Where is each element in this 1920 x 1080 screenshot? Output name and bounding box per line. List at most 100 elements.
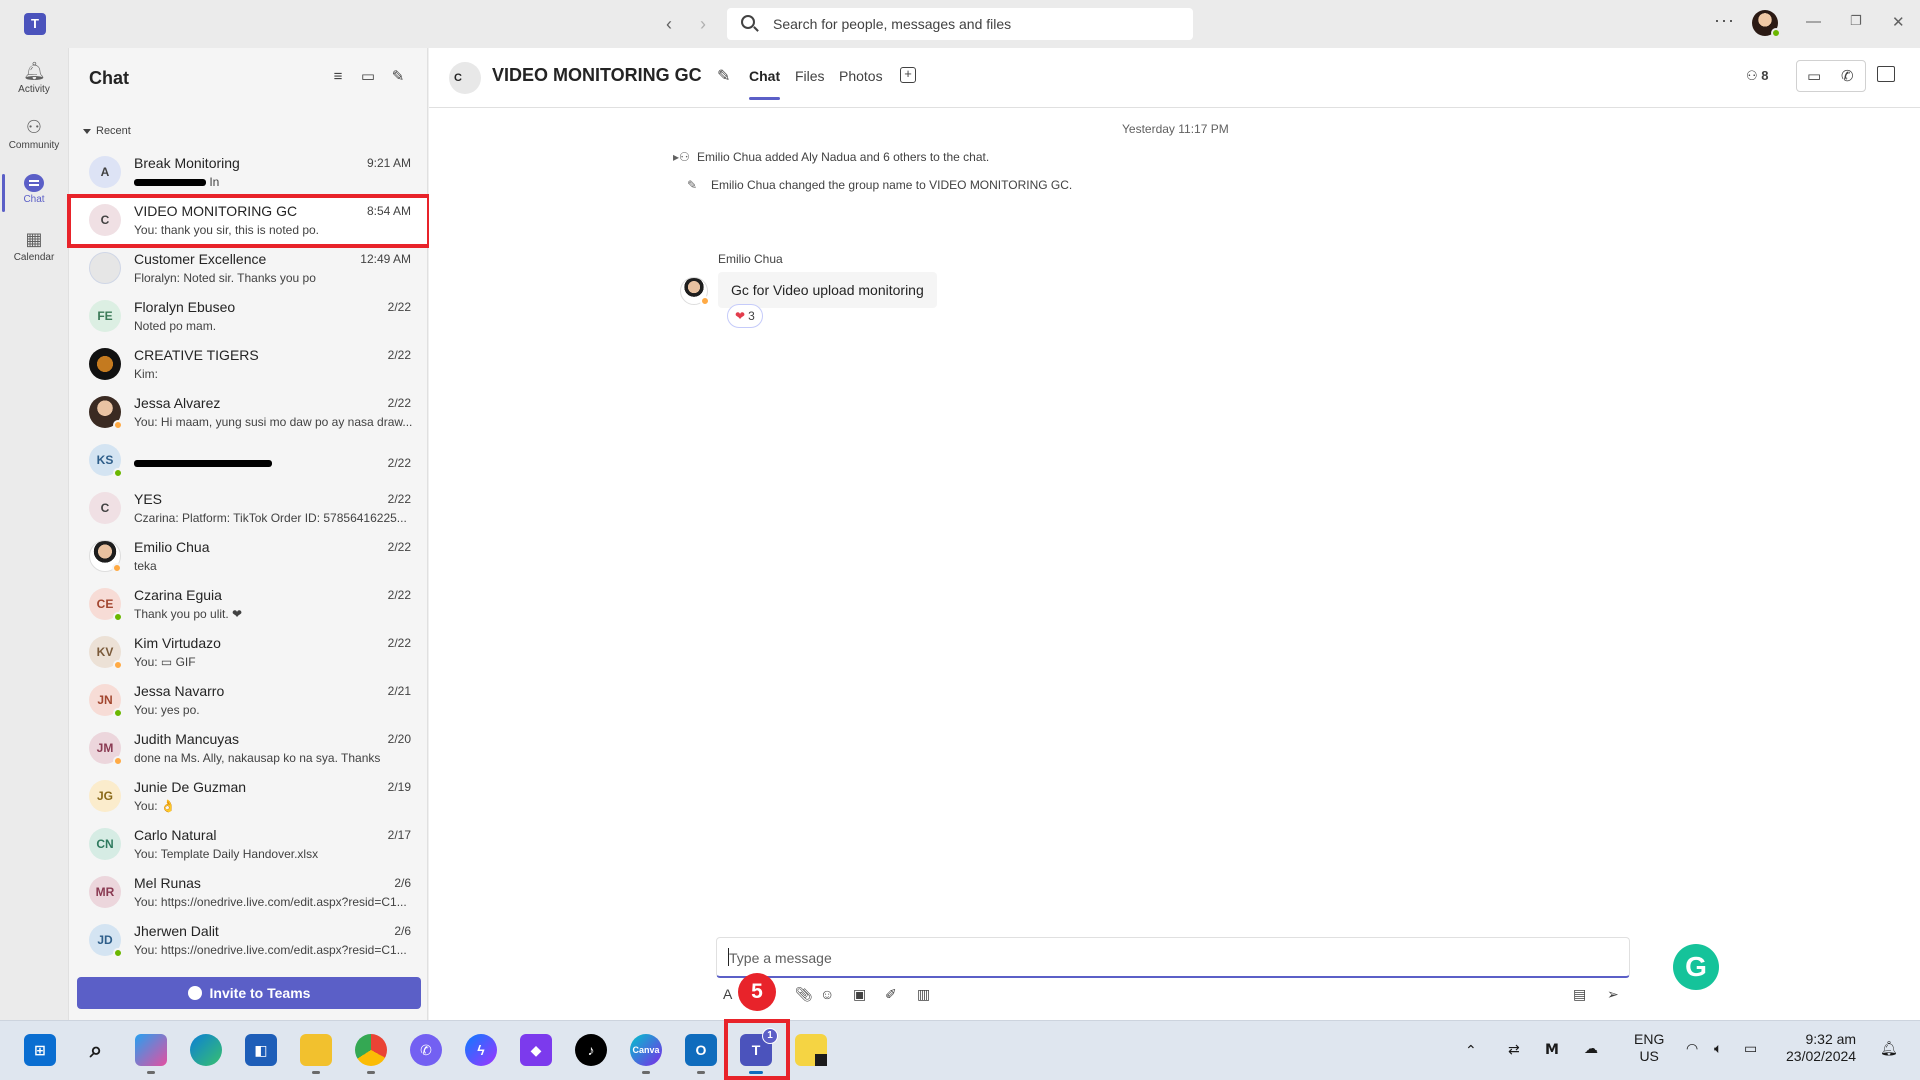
message-compose-box[interactable]: Type a message	[716, 937, 1630, 978]
outlook-new-icon[interactable]: O	[685, 1034, 717, 1074]
restore-icon[interactable]: ❐	[1850, 13, 1862, 29]
forward-arrow-icon[interactable]: ›	[700, 14, 706, 34]
chat-item-kim-virtudazo[interactable]: KV Kim Virtudazo You: ▭ GIF 2/22	[69, 628, 429, 676]
step-5-annotation: 5	[738, 973, 776, 1011]
presence-available-icon	[113, 708, 123, 718]
presence-available-icon	[113, 948, 123, 958]
tab-files[interactable]: Files	[795, 68, 825, 84]
tray-app-icon[interactable]: ⇄	[1508, 1041, 1520, 1058]
title-bar: T ‹ › Search for people, messages and fi…	[0, 0, 1920, 48]
tab-photos[interactable]: Photos	[839, 68, 883, 84]
avatar: JN	[89, 684, 123, 718]
filter-icon[interactable]: ≡	[329, 68, 347, 86]
chat-header: C VIDEO MONITORING GC ✎ Chat Files Photo…	[429, 48, 1920, 108]
invite-to-teams-button[interactable]: Invite to Teams	[77, 977, 421, 1009]
rail-item-chat[interactable]: Chat	[0, 166, 68, 222]
chat-item-mel-runas[interactable]: MR Mel Runas You: https://onedrive.live.…	[69, 868, 429, 916]
heart-reaction[interactable]: ❤ 3	[727, 304, 763, 328]
attach-icon[interactable]: 📎︎	[795, 986, 813, 1003]
schedule-meeting-icon[interactable]: ▤	[1573, 986, 1586, 1003]
day-timestamp: Yesterday 11:17 PM	[1122, 122, 1229, 136]
edge-icon[interactable]	[190, 1034, 222, 1066]
language-indicator[interactable]: ENG US	[1634, 1031, 1664, 1065]
chat-item-jessa-alvarez[interactable]: Jessa Alvarez You: Hi maam, yung susi mo…	[69, 388, 429, 436]
chat-item-emilio-chua[interactable]: Emilio Chua teka 2/22	[69, 532, 429, 580]
close-icon[interactable]: ✕	[1892, 13, 1905, 31]
grammarly-icon[interactable]: G	[1673, 944, 1719, 990]
poll-icon[interactable]: ▥	[917, 986, 930, 1003]
message-bubble[interactable]: Gc for Video upload monitoring	[718, 272, 937, 308]
search-input[interactable]: Search for people, messages and files	[727, 8, 1193, 40]
chrome-icon[interactable]	[355, 1034, 387, 1074]
messenger-icon[interactable]: ϟ	[465, 1034, 497, 1066]
notifications-bell-icon[interactable]: 🔔︎	[1880, 1040, 1898, 1057]
chat-item-creative-tigers[interactable]: CREATIVE TIGERS Kim: 2/22	[69, 340, 429, 388]
show-hidden-icons-icon[interactable]: ⌃	[1465, 1042, 1477, 1059]
chat-list-title: Chat	[89, 68, 129, 88]
windows-start-icon[interactable]: ⊞	[24, 1034, 56, 1066]
chat-item-judith-mancuyas[interactable]: JM Judith Mancuyas done na Ms. Ally, nak…	[69, 724, 429, 772]
send-icon[interactable]: ➢	[1607, 986, 1619, 1003]
more-options-icon[interactable]: ···	[1714, 10, 1735, 31]
chat-item-ks[interactable]: KS 2/22	[69, 436, 429, 484]
copilot-pre-icon[interactable]	[135, 1034, 167, 1074]
group-avatar: A	[89, 156, 121, 188]
chat-item-carlo-natural[interactable]: CN Carlo Natural You: Template Daily Han…	[69, 820, 429, 868]
share-screen-icon[interactable]	[1877, 66, 1895, 82]
file-explorer-icon[interactable]	[300, 1034, 332, 1074]
format-icon[interactable]: A	[723, 986, 732, 1002]
volume-icon[interactable]: 🔈︎	[1714, 1040, 1722, 1057]
search-icon[interactable]: ⌕	[80, 1034, 112, 1066]
chat-item-customer-excellence[interactable]: Customer Excellence Floralyn: Noted sir.…	[69, 244, 429, 292]
chat-item-junie-de-guzman[interactable]: JG Junie De Guzman You: 👌 2/19	[69, 772, 429, 820]
recent-section-toggle[interactable]: Recent	[83, 125, 131, 137]
avatar[interactable]	[680, 277, 710, 306]
chat-icon	[24, 174, 44, 192]
canva-icon[interactable]: Canva	[630, 1034, 662, 1074]
call-buttons: ▭ ✆	[1796, 60, 1866, 92]
add-tab-icon[interactable]: +	[900, 67, 916, 83]
rail-item-calendar[interactable]: ▦ Calendar	[0, 222, 68, 278]
store-icon[interactable]: ◧	[245, 1034, 277, 1066]
community-icon: ⚇	[25, 117, 43, 137]
rail-item-community[interactable]: ⚇ Community	[0, 110, 68, 166]
viber-icon[interactable]: ✆	[410, 1034, 442, 1066]
battery-icon[interactable]: ▭	[1744, 1040, 1757, 1057]
gif-icon[interactable]: ▣	[853, 986, 866, 1003]
avatar: CE	[89, 588, 123, 622]
profile-avatar[interactable]	[1752, 10, 1781, 38]
sticky-notes-icon[interactable]	[795, 1034, 827, 1066]
clock[interactable]: 9:32 am 23/02/2024	[1786, 1031, 1856, 1065]
minimize-icon[interactable]: —	[1806, 13, 1821, 30]
avatar: JD	[89, 924, 123, 958]
caret-down-icon	[83, 128, 91, 134]
chat-item-floralyn-ebuseo[interactable]: FE Floralyn Ebuseo Noted po mam. 2/22	[69, 292, 429, 340]
chat-item-break-monitoring[interactable]: A Break Monitoring In 9:21 AM	[69, 148, 429, 196]
search-icon	[741, 15, 755, 29]
new-chat-icon[interactable]: ✎	[389, 68, 407, 86]
edit-name-icon[interactable]: ✎	[717, 66, 730, 86]
presence-available-icon	[113, 612, 123, 622]
back-arrow-icon[interactable]: ‹	[666, 14, 672, 34]
chat-item-jherwen-dalit[interactable]: JD Jherwen Dalit You: https://onedrive.l…	[69, 916, 429, 964]
chat-item-video-monitoring-gc[interactable]: C VIDEO MONITORING GC You: thank you sir…	[67, 194, 431, 248]
chat-item-czarina-eguia[interactable]: CE Czarina Eguia Thank you po ulit. ❤ 2/…	[69, 580, 429, 628]
video-call-icon[interactable]: ▭	[1807, 67, 1821, 85]
onedrive-icon[interactable]: ☁	[1584, 1040, 1598, 1057]
wifi-icon[interactable]: ◠	[1686, 1040, 1698, 1057]
tab-chat[interactable]: Chat	[749, 68, 781, 100]
meet-now-icon[interactable]: ▭	[359, 68, 377, 86]
tray-app-icon[interactable]: Ⅿ	[1545, 1041, 1559, 1058]
chat-item-jessa-navarro[interactable]: JN Jessa Navarro You: yes po. 2/21	[69, 676, 429, 724]
audio-call-icon[interactable]: ✆	[1841, 67, 1854, 85]
sticker-icon[interactable]: ✐	[885, 986, 897, 1003]
taskbar: ⊞ ⌕ ◧ ✆ ϟ ◆ ♪ Canva O T1 ⌃ ⇄ Ⅿ ☁ ENG US ◠…	[0, 1020, 1920, 1080]
participants-button[interactable]: ⚇ 8	[1746, 68, 1769, 84]
tiktok-icon[interactable]: ♪	[575, 1034, 607, 1066]
chat-list-pane: Chat ≡ ▭ ✎ Recent A Break Monitoring In 9:…	[67, 48, 431, 1020]
message-list: Yesterday 11:17 PM ▸⚇ Emilio Chua added A…	[429, 108, 1920, 938]
chat-item-yes[interactable]: C YES Czarina: Platform: TikTok Order ID…	[69, 484, 429, 532]
obsidian-icon[interactable]: ◆	[520, 1034, 552, 1066]
emoji-icon[interactable]: ☺	[820, 986, 834, 1002]
rail-item-activity[interactable]: 🔔︎ Activity	[0, 54, 68, 110]
